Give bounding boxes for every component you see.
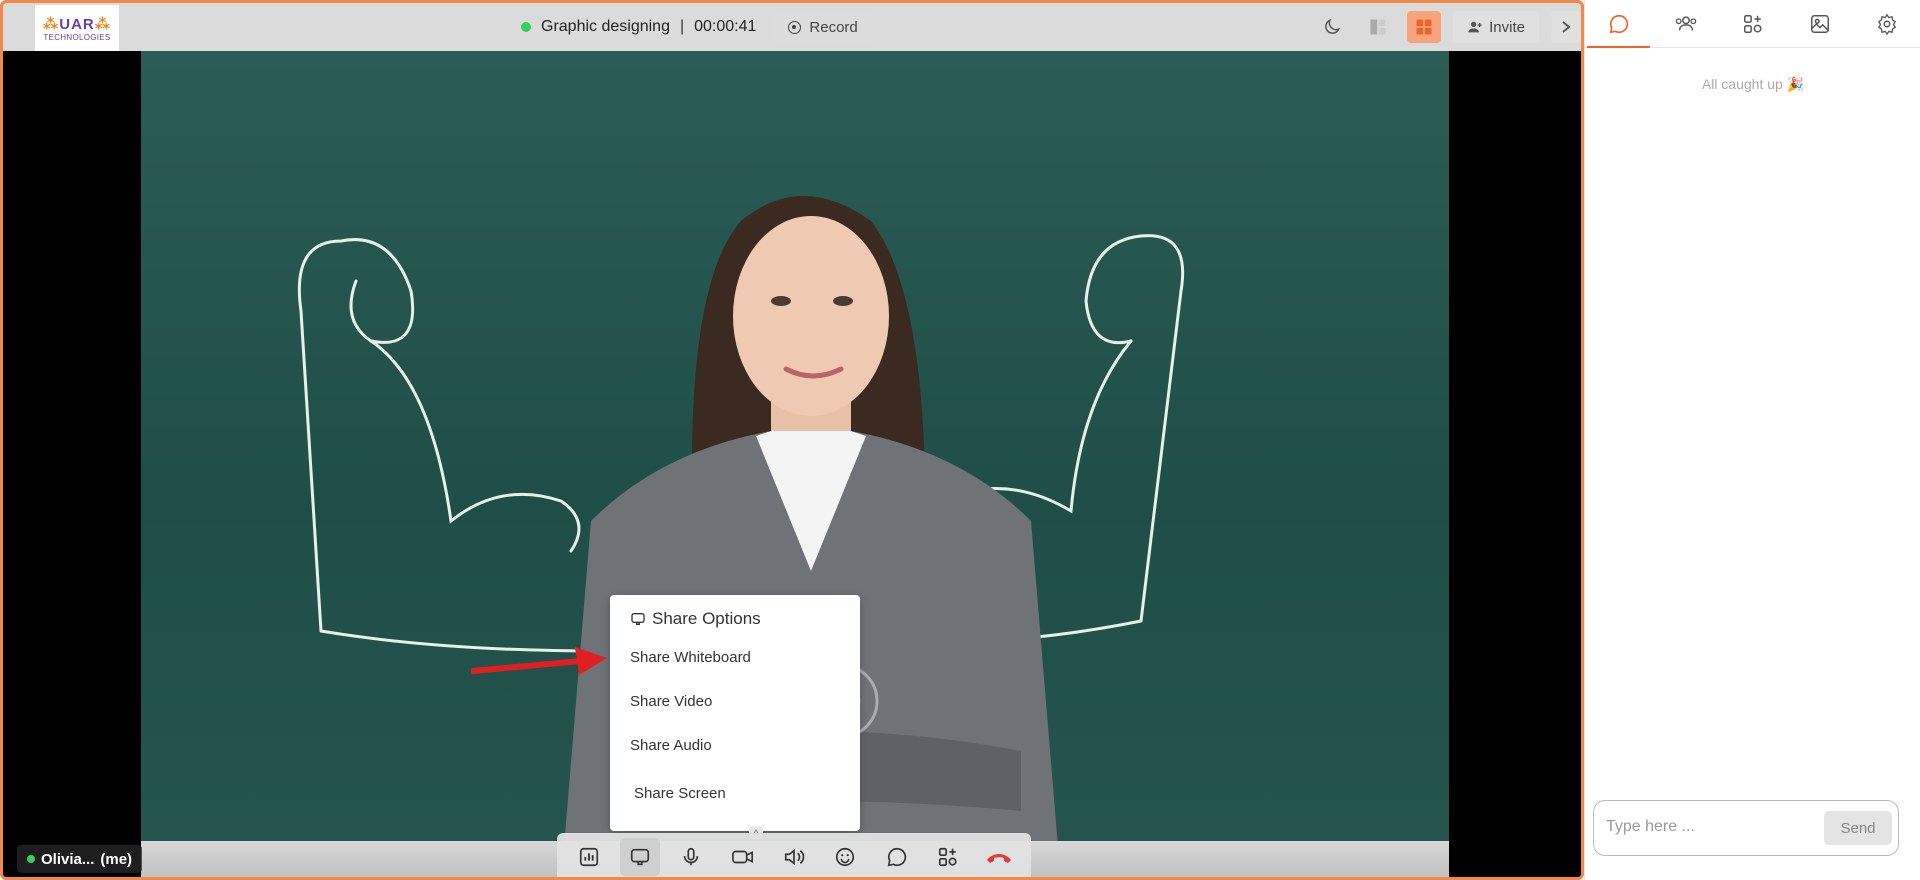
chat-status: All caught up 🎉: [1701, 76, 1805, 92]
chat-icon: [887, 847, 906, 867]
camera-icon: [731, 850, 753, 864]
meeting-toolbar: [557, 833, 1031, 877]
share-options-title: Share Options: [652, 609, 761, 628]
participants-icon: [1675, 15, 1697, 30]
mic-button[interactable]: [671, 838, 711, 876]
meeting-timer: 00:00:41: [694, 18, 757, 35]
chat-icon: [1609, 14, 1628, 33]
speaker-button[interactable]: [774, 838, 814, 876]
live-indicator: [521, 22, 531, 32]
share-options-header: Share Options: [630, 609, 761, 629]
mic-icon: [684, 847, 699, 866]
layout-sidebar-icon: [1370, 19, 1386, 35]
logo-subtitle: TECHNOLOGIES: [43, 32, 111, 42]
participant-name: Olivia...: [41, 850, 95, 868]
annotation-arrow-icon: [471, 647, 607, 675]
apps-icon: [938, 847, 957, 867]
session-info: Graphic designing | 00:00:41 Record: [521, 11, 872, 43]
share-video-item[interactable]: Share Video: [630, 693, 712, 710]
share-screen-item[interactable]: Share Screen: [634, 785, 726, 802]
logo-mark: ⁂UAR⁂: [42, 15, 112, 33]
poll-icon: [579, 847, 598, 867]
top-right-controls: Invite: [1315, 11, 1581, 43]
tab-chat[interactable]: [1585, 0, 1652, 48]
participant-name-tag: Olivia... (me): [17, 845, 143, 873]
tab-settings[interactable]: [1854, 0, 1920, 47]
meeting-title: Graphic designing: [541, 18, 670, 35]
share-icon: [630, 848, 650, 866]
settings-icon: [1878, 13, 1897, 35]
invite-button[interactable]: Invite: [1453, 11, 1539, 43]
share-audio-item[interactable]: Share Audio: [630, 737, 712, 754]
online-indicator: [27, 855, 35, 863]
share-button[interactable]: [619, 838, 660, 876]
participant-suffix: (me): [100, 850, 133, 868]
top-bar: ⁂UAR⁂ TECHNOLOGIES Graphic designing | 0…: [3, 3, 1581, 51]
add-user-icon: [1468, 21, 1482, 33]
record-label: Record: [809, 18, 858, 36]
speaker-icon: [784, 848, 805, 866]
chat-input[interactable]: [1606, 815, 1806, 839]
record-icon: [788, 20, 802, 34]
apps-icon: [1744, 14, 1762, 33]
emoji-icon: [836, 847, 855, 867]
separator: |: [679, 18, 685, 35]
tab-participants[interactable]: [1652, 0, 1719, 47]
collapse-panel-button[interactable]: [1551, 11, 1581, 43]
send-button[interactable]: Send: [1824, 811, 1892, 845]
chat-button[interactable]: [877, 838, 917, 876]
moon-icon: [1325, 18, 1341, 34]
video-stage: ⁂UAR⁂ TECHNOLOGIES Graphic designing | 0…: [0, 0, 1584, 880]
share-options-menu: Share Options Share Whiteboard Share Vid…: [610, 595, 860, 831]
invite-label: Invite: [1489, 18, 1525, 36]
grid-icon: [1416, 19, 1432, 35]
end-call-button[interactable]: [979, 838, 1019, 876]
gallery-icon: [1811, 14, 1830, 33]
camera-button[interactable]: [723, 838, 763, 876]
share-whiteboard-item[interactable]: Share Whiteboard: [630, 649, 751, 666]
side-panel: All caught up 🎉 Send: [1584, 0, 1920, 880]
tab-apps[interactable]: [1719, 0, 1786, 47]
sidebar-layout-button[interactable]: [1361, 11, 1395, 43]
chat-composer: Send: [1593, 800, 1899, 856]
chevron-right-icon: [1562, 21, 1571, 33]
tab-gallery[interactable]: [1787, 0, 1854, 47]
dark-mode-toggle[interactable]: [1315, 11, 1349, 43]
end-call-icon: [987, 854, 1012, 863]
poll-button[interactable]: [569, 838, 609, 876]
emoji-button[interactable]: [825, 838, 865, 876]
panel-tabs: [1585, 0, 1920, 48]
company-logo: ⁂UAR⁂ TECHNOLOGIES: [35, 5, 119, 51]
apps-button[interactable]: [928, 838, 968, 876]
share-icon: [631, 613, 645, 625]
record-button[interactable]: Record: [774, 11, 872, 43]
grid-layout-button[interactable]: [1407, 11, 1442, 43]
